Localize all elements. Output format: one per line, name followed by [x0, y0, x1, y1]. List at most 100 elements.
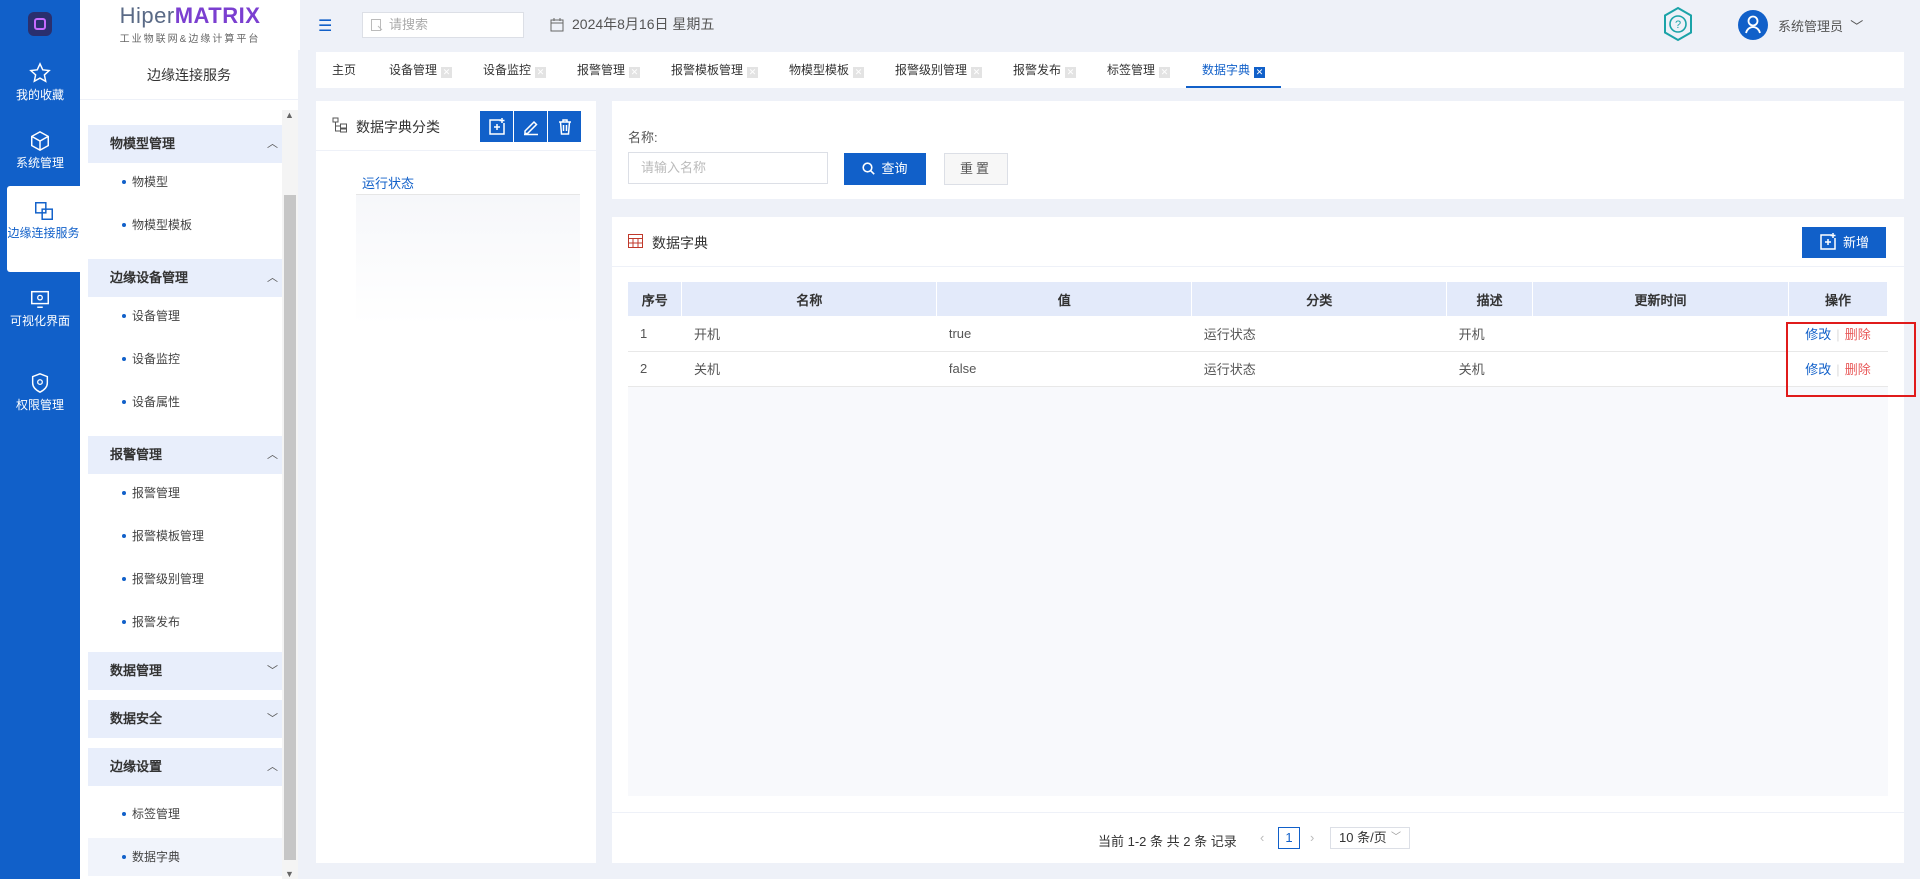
sidebar-group-data-manage[interactable]: 数据管理 ﹀	[88, 652, 282, 690]
table-header-bar: 数据字典 新增	[612, 217, 1904, 267]
tab-alarm-publish[interactable]: 报警发布 ✕	[1013, 52, 1077, 88]
sidebar-item-device-property[interactable]: 设备属性	[88, 383, 282, 421]
current-date: 2024年8月16日 星期五	[550, 14, 714, 34]
close-icon[interactable]: ✕	[747, 67, 759, 78]
sidebar-item-alarm-level[interactable]: 报警级别管理	[88, 560, 282, 598]
add-button[interactable]: 新增	[1802, 227, 1886, 258]
column-header[interactable]: 值	[936, 282, 1193, 316]
pagination-info: 当前 1-2 条 共 2 条 记录	[1098, 834, 1237, 849]
column-header[interactable]: 操作	[1788, 282, 1889, 316]
sidebar-title: 边缘连接服务	[80, 50, 298, 100]
cell-index: 1	[628, 316, 682, 352]
sidebar-group-edge-device[interactable]: 边缘设备管理 ︿	[88, 259, 282, 297]
close-icon[interactable]: ✕	[1159, 67, 1171, 78]
column-header[interactable]: 描述	[1446, 282, 1534, 316]
tree-node-running-status[interactable]: 运行状态	[356, 173, 580, 195]
page-size-select[interactable]: 10 条/页 ﹀	[1330, 827, 1410, 849]
sidebar: 边缘连接服务 物模型管理 ︿ 物模型 物模型模板 边缘设备管理 ︿ 设备管理 设备监…	[80, 50, 298, 879]
scroll-up-icon[interactable]: ▲	[285, 110, 294, 120]
column-header[interactable]: 更新时间	[1532, 282, 1789, 316]
sidebar-scrollbar[interactable]: ▲ ▼	[282, 110, 298, 879]
rail-item-visual[interactable]: 可视化界面	[0, 288, 80, 329]
sidebar-item-thing-model-template[interactable]: 物模型模板	[88, 206, 282, 244]
close-icon[interactable]: ✕	[971, 67, 983, 78]
close-icon[interactable]: ✕	[1254, 67, 1266, 78]
table-row[interactable]: 2 关机 false 运行状态 关机 修改 | 删除	[628, 351, 1888, 387]
cell-category: 运行状态	[1191, 316, 1447, 352]
cell-value: false	[936, 351, 1192, 387]
shield-icon	[31, 373, 49, 393]
sidebar-item-device-monitor[interactable]: 设备监控	[88, 340, 282, 378]
close-icon[interactable]: ✕	[535, 67, 547, 78]
brand: HiperMATRIX 工业物联网&边缘计算平台	[80, 0, 300, 50]
tab-tag-manage[interactable]: 标签管理 ✕	[1107, 52, 1171, 88]
sidebar-item-alarm-publish[interactable]: 报警发布	[88, 603, 282, 641]
close-icon[interactable]: ✕	[629, 67, 641, 78]
chevron-up-icon: ︿	[267, 449, 278, 461]
tab-alarm-level[interactable]: 报警级别管理 ✕	[895, 52, 983, 88]
scrollbar-thumb[interactable]	[284, 195, 296, 860]
column-header[interactable]: 名称	[681, 282, 938, 316]
cell-value: true	[936, 316, 1192, 352]
rail-item-favorites[interactable]: 我的收藏	[0, 62, 80, 103]
close-icon[interactable]: ✕	[441, 67, 453, 78]
user-menu[interactable]: 系统管理员 ﹀	[1778, 16, 1863, 35]
close-icon[interactable]: ✕	[853, 67, 865, 78]
sidebar-item-alarm-template[interactable]: 报警模板管理	[88, 517, 282, 555]
rail-item-system[interactable]: 系统管理	[0, 130, 80, 171]
sidebar-group-edge-settings[interactable]: 边缘设置 ︿	[88, 748, 282, 786]
trash-icon	[558, 118, 571, 135]
reset-button[interactable]: 重置	[944, 153, 1008, 185]
sidebar-item-thing-model[interactable]: 物模型	[88, 163, 282, 201]
cell-description: 关机	[1446, 351, 1533, 387]
delete-category-button[interactable]	[548, 111, 581, 142]
tab-device-manage[interactable]: 设备管理 ✕	[389, 52, 453, 88]
rail-item-permission[interactable]: 权限管理	[0, 372, 80, 413]
tab-device-monitor[interactable]: 设备监控 ✕	[483, 52, 547, 88]
tab-alarm-manage[interactable]: 报警管理 ✕	[577, 52, 641, 88]
column-header[interactable]: 分类	[1191, 282, 1448, 316]
chevron-down-icon: ﹀	[1391, 832, 1401, 843]
cube-icon	[31, 130, 49, 152]
app-logo-icon[interactable]	[28, 12, 52, 36]
name-input[interactable]: 请输入名称	[628, 152, 828, 184]
tab-home[interactable]: 主页	[332, 52, 356, 88]
table-panel: 数据字典 新增 序号 名称 值 分类 描述 更新时间 操作 1 开机 true …	[612, 217, 1904, 863]
cell-name: 关机	[681, 351, 937, 387]
scroll-down-icon[interactable]: ▼	[285, 869, 294, 879]
tab-thing-model-template[interactable]: 物模型模板 ✕	[789, 52, 865, 88]
prev-page-icon[interactable]: ‹	[1260, 830, 1264, 845]
help-icon[interactable]: ?	[1662, 6, 1694, 42]
cell-category: 运行状态	[1191, 351, 1447, 387]
sidebar-group-thing-model[interactable]: 物模型管理 ︿	[88, 125, 282, 163]
app-rail: 我的收藏 系统管理 边缘连接服务 可视化界面 权限管理	[0, 0, 80, 879]
rail-item-edge-connect[interactable]: 边缘连接服务	[7, 186, 80, 272]
svg-text:?: ?	[1675, 19, 1681, 31]
add-category-button[interactable]	[480, 111, 513, 142]
chevron-up-icon: ︿	[267, 761, 278, 773]
actions-highlight-box	[1786, 322, 1916, 397]
sidebar-item-data-dictionary[interactable]: 数据字典	[88, 838, 282, 876]
close-icon[interactable]: ✕	[1065, 67, 1077, 78]
search-input[interactable]: 请搜索	[362, 12, 524, 38]
pagination: 当前 1-2 条 共 2 条 记录 ‹ 1 › 10 条/页 ﹀	[612, 812, 1904, 863]
search-button[interactable]: 查询	[844, 153, 926, 185]
connect-icon	[34, 202, 53, 220]
chevron-up-icon: ︿	[267, 272, 278, 284]
menu-toggle-icon[interactable]: ☰	[318, 16, 332, 36]
page-number[interactable]: 1	[1278, 827, 1300, 849]
sidebar-item-device-manage[interactable]: 设备管理	[88, 297, 282, 335]
table-row[interactable]: 1 开机 true 运行状态 开机 修改 | 删除	[628, 316, 1888, 352]
sidebar-group-data-security[interactable]: 数据安全 ﹀	[88, 700, 282, 738]
avatar[interactable]	[1738, 10, 1768, 40]
next-page-icon[interactable]: ›	[1310, 830, 1314, 845]
tab-alarm-template[interactable]: 报警模板管理 ✕	[671, 52, 759, 88]
rail-item-label: 边缘连接服务	[7, 226, 80, 240]
column-header[interactable]: 序号	[628, 282, 683, 316]
sidebar-group-alarm[interactable]: 报警管理 ︿	[88, 436, 282, 474]
edit-category-button[interactable]	[514, 111, 547, 142]
brand-subtitle: 工业物联网&边缘计算平台	[119, 34, 261, 45]
sidebar-item-alarm-manage[interactable]: 报警管理	[88, 474, 282, 512]
sidebar-item-tag-manage[interactable]: 标签管理	[88, 795, 282, 833]
tab-data-dictionary[interactable]: 数据字典 ✕	[1186, 52, 1282, 88]
